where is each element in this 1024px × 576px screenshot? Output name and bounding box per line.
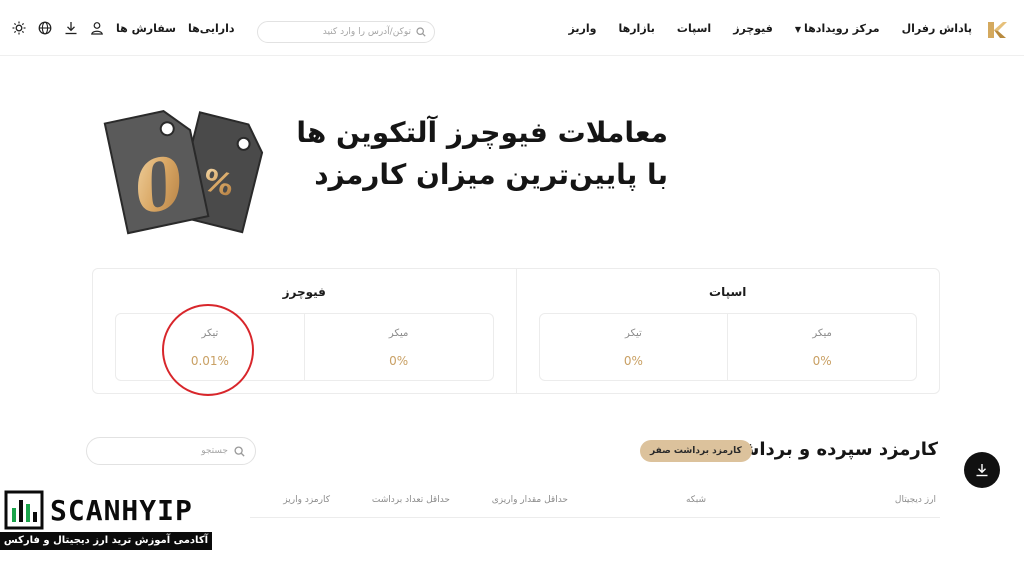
deposit-withdraw-title: کارمزد سپرده و برداشت xyxy=(722,439,938,460)
coin-search-placeholder: جستجو xyxy=(201,446,228,456)
nav-spot[interactable]: اسپات xyxy=(677,22,711,35)
watermark: SCANHYIP آکادمی آموزش ترید ارز دیجیتال و… xyxy=(0,486,214,552)
fee-table-header: ارز دیجیتال شبکه حداقل مقدار واریزی حداق… xyxy=(250,490,940,518)
watermark-name: SCANHYIP xyxy=(50,493,193,527)
app-download-button[interactable] xyxy=(964,452,1000,488)
search-icon xyxy=(234,445,245,457)
spot-fee-card: اسپات تیکر 0% میکر 0% xyxy=(515,269,940,393)
spot-taker-col: تیکر 0% xyxy=(540,314,728,380)
spot-maker-col: میکر 0% xyxy=(727,314,916,380)
coin-search-input[interactable]: جستجو xyxy=(86,437,256,465)
nav-events-label: مرکز رویدادها xyxy=(804,21,880,35)
hero-title-line2: با پایین‌ترین میزان کارمزد xyxy=(314,158,668,191)
nav-futures[interactable]: فیوچرز xyxy=(733,22,773,35)
col-network: شبکه xyxy=(685,495,706,505)
hero-title-line1: معاملات فیوچرز آلتکوین ها xyxy=(296,116,668,149)
globe-icon[interactable] xyxy=(38,21,52,35)
spot-maker-value: 0% xyxy=(812,354,832,368)
nav-markets[interactable]: بازارها xyxy=(618,22,654,35)
top-header: واریز بازارها اسپات فیوچرز مرکز رویدادها… xyxy=(0,0,1024,56)
futures-maker-value: 0% xyxy=(389,354,409,368)
download-icon[interactable] xyxy=(64,21,78,35)
futures-maker-col: میکر 0% xyxy=(303,314,493,380)
spot-fee-title: اسپات xyxy=(709,285,747,299)
kcex-logo-icon[interactable] xyxy=(986,19,1008,41)
header-search-input[interactable]: توکن/آدرس را وارد کنید xyxy=(257,21,435,43)
spot-fee-table: تیکر 0% میکر 0% xyxy=(538,313,917,381)
watermark-brand: SCANHYIP xyxy=(4,488,193,532)
caret-down-icon: ▼ xyxy=(794,24,802,34)
hero-title: معاملات فیوچرز آلتکوین ها با پایین‌ترین … xyxy=(248,112,668,196)
col-deposit-fee: کارمزد واریز xyxy=(283,495,330,505)
futures-fee-title: فیوچرز xyxy=(282,285,326,299)
download-icon xyxy=(976,464,988,477)
header-search-placeholder: توکن/آدرس را وارد کنید xyxy=(322,27,411,37)
spot-taker-value: 0% xyxy=(623,354,643,368)
nav-events[interactable]: مرکز رویدادها▼ xyxy=(795,22,880,35)
col-min-deposit: حداقل مقدار واریزی xyxy=(491,495,568,505)
orders-link[interactable]: سفارش ها xyxy=(116,22,176,35)
main-nav: واریز بازارها اسپات فیوچرز مرکز رویدادها… xyxy=(569,0,972,56)
zero-withdraw-fee-badge: کارمزد برداشت صفر xyxy=(640,440,752,462)
search-icon xyxy=(416,27,426,37)
spot-taker-label: تیکر xyxy=(624,328,642,339)
theme-icon[interactable] xyxy=(12,21,26,35)
futures-maker-label: میکر xyxy=(388,328,409,339)
futures-fee-card: فیوچرز تیکر 0.01% میکر 0% xyxy=(93,269,516,393)
col-min-withdraw: حداقل تعداد برداشت xyxy=(371,495,450,505)
spot-maker-label: میکر xyxy=(812,328,832,339)
nav-referral[interactable]: پاداش رفرال xyxy=(902,22,972,35)
assets-link[interactable]: دارایی‌ها xyxy=(188,22,235,35)
col-coin: ارز دیجیتال xyxy=(894,495,936,505)
highlight-circle-annotation xyxy=(162,304,254,396)
discount-tag-illustration: % 0 xyxy=(103,110,264,235)
nav-deposit[interactable]: واریز xyxy=(569,22,597,35)
header-tools: سفارش ها دارایی‌ها xyxy=(12,0,235,56)
watermark-tagline: آکادمی آموزش ترید ارز دیجیتال و فارکس xyxy=(0,532,212,550)
scanhyip-logo-icon xyxy=(4,490,44,530)
user-icon[interactable] xyxy=(90,21,104,35)
